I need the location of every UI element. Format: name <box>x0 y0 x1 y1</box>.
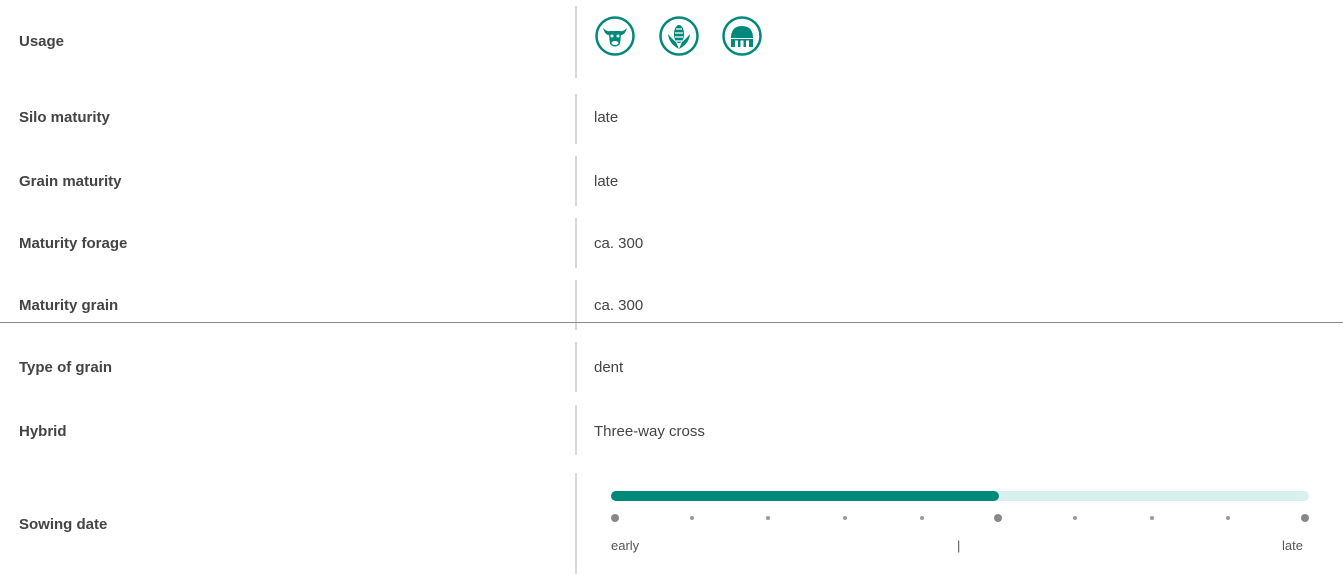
silo-maturity-value: late <box>594 109 619 126</box>
scale-major-dot <box>1301 514 1309 522</box>
cow-icon <box>595 16 635 56</box>
sowing-date-row: Sowing date <box>0 470 1343 574</box>
column-divider <box>575 218 577 268</box>
silo-maturity-label: Silo maturity <box>19 109 110 126</box>
usage-label: Usage <box>19 33 65 50</box>
sowing-date-label: Sowing date <box>19 516 108 533</box>
column-divider <box>575 94 577 144</box>
sowing-scale-fill <box>611 491 999 501</box>
maturity-forage-row: Maturity forage ca. 300 <box>0 212 1343 268</box>
type-of-grain-value: dent <box>594 359 624 376</box>
scale-minor-dot <box>1073 516 1077 520</box>
scale-mid-label: | <box>957 538 961 553</box>
scale-early-label: early <box>611 538 640 553</box>
maturity-forage-value: ca. 300 <box>594 235 644 252</box>
column-divider <box>575 6 577 78</box>
grain-maturity-row: Grain maturity late <box>0 150 1343 206</box>
hybrid-label: Hybrid <box>19 423 67 440</box>
type-of-grain-label: Type of grain <box>19 359 113 376</box>
scale-minor-dot <box>919 516 924 520</box>
scale-major-dot <box>611 514 619 522</box>
corn-icon <box>659 16 699 56</box>
usage-row: Usage <box>0 0 1343 80</box>
maturity-grain-value: ca. 300 <box>594 297 644 314</box>
column-divider <box>575 342 577 392</box>
maturity-grain-label: Maturity grain <box>19 297 119 314</box>
scale-minor-dot <box>689 516 694 520</box>
grain-maturity-value: late <box>594 173 619 190</box>
scale-late-label: late <box>1282 538 1303 553</box>
scale-minor-dot <box>843 516 847 520</box>
scale-minor-dot <box>1149 516 1154 520</box>
column-divider <box>575 405 577 455</box>
section-divider <box>0 322 1343 323</box>
grain-maturity-label: Grain maturity <box>19 173 122 190</box>
silo-maturity-row: Silo maturity late <box>0 88 1343 144</box>
hybrid-row: Hybrid Three-way cross <box>0 398 1343 458</box>
type-of-grain-row: Type of grain dent <box>0 336 1343 392</box>
hybrid-value: Three-way cross <box>594 423 705 440</box>
column-divider <box>575 156 577 206</box>
maturity-forage-label: Maturity forage <box>19 235 128 252</box>
column-divider <box>575 473 577 574</box>
biogas-icon <box>722 16 762 56</box>
